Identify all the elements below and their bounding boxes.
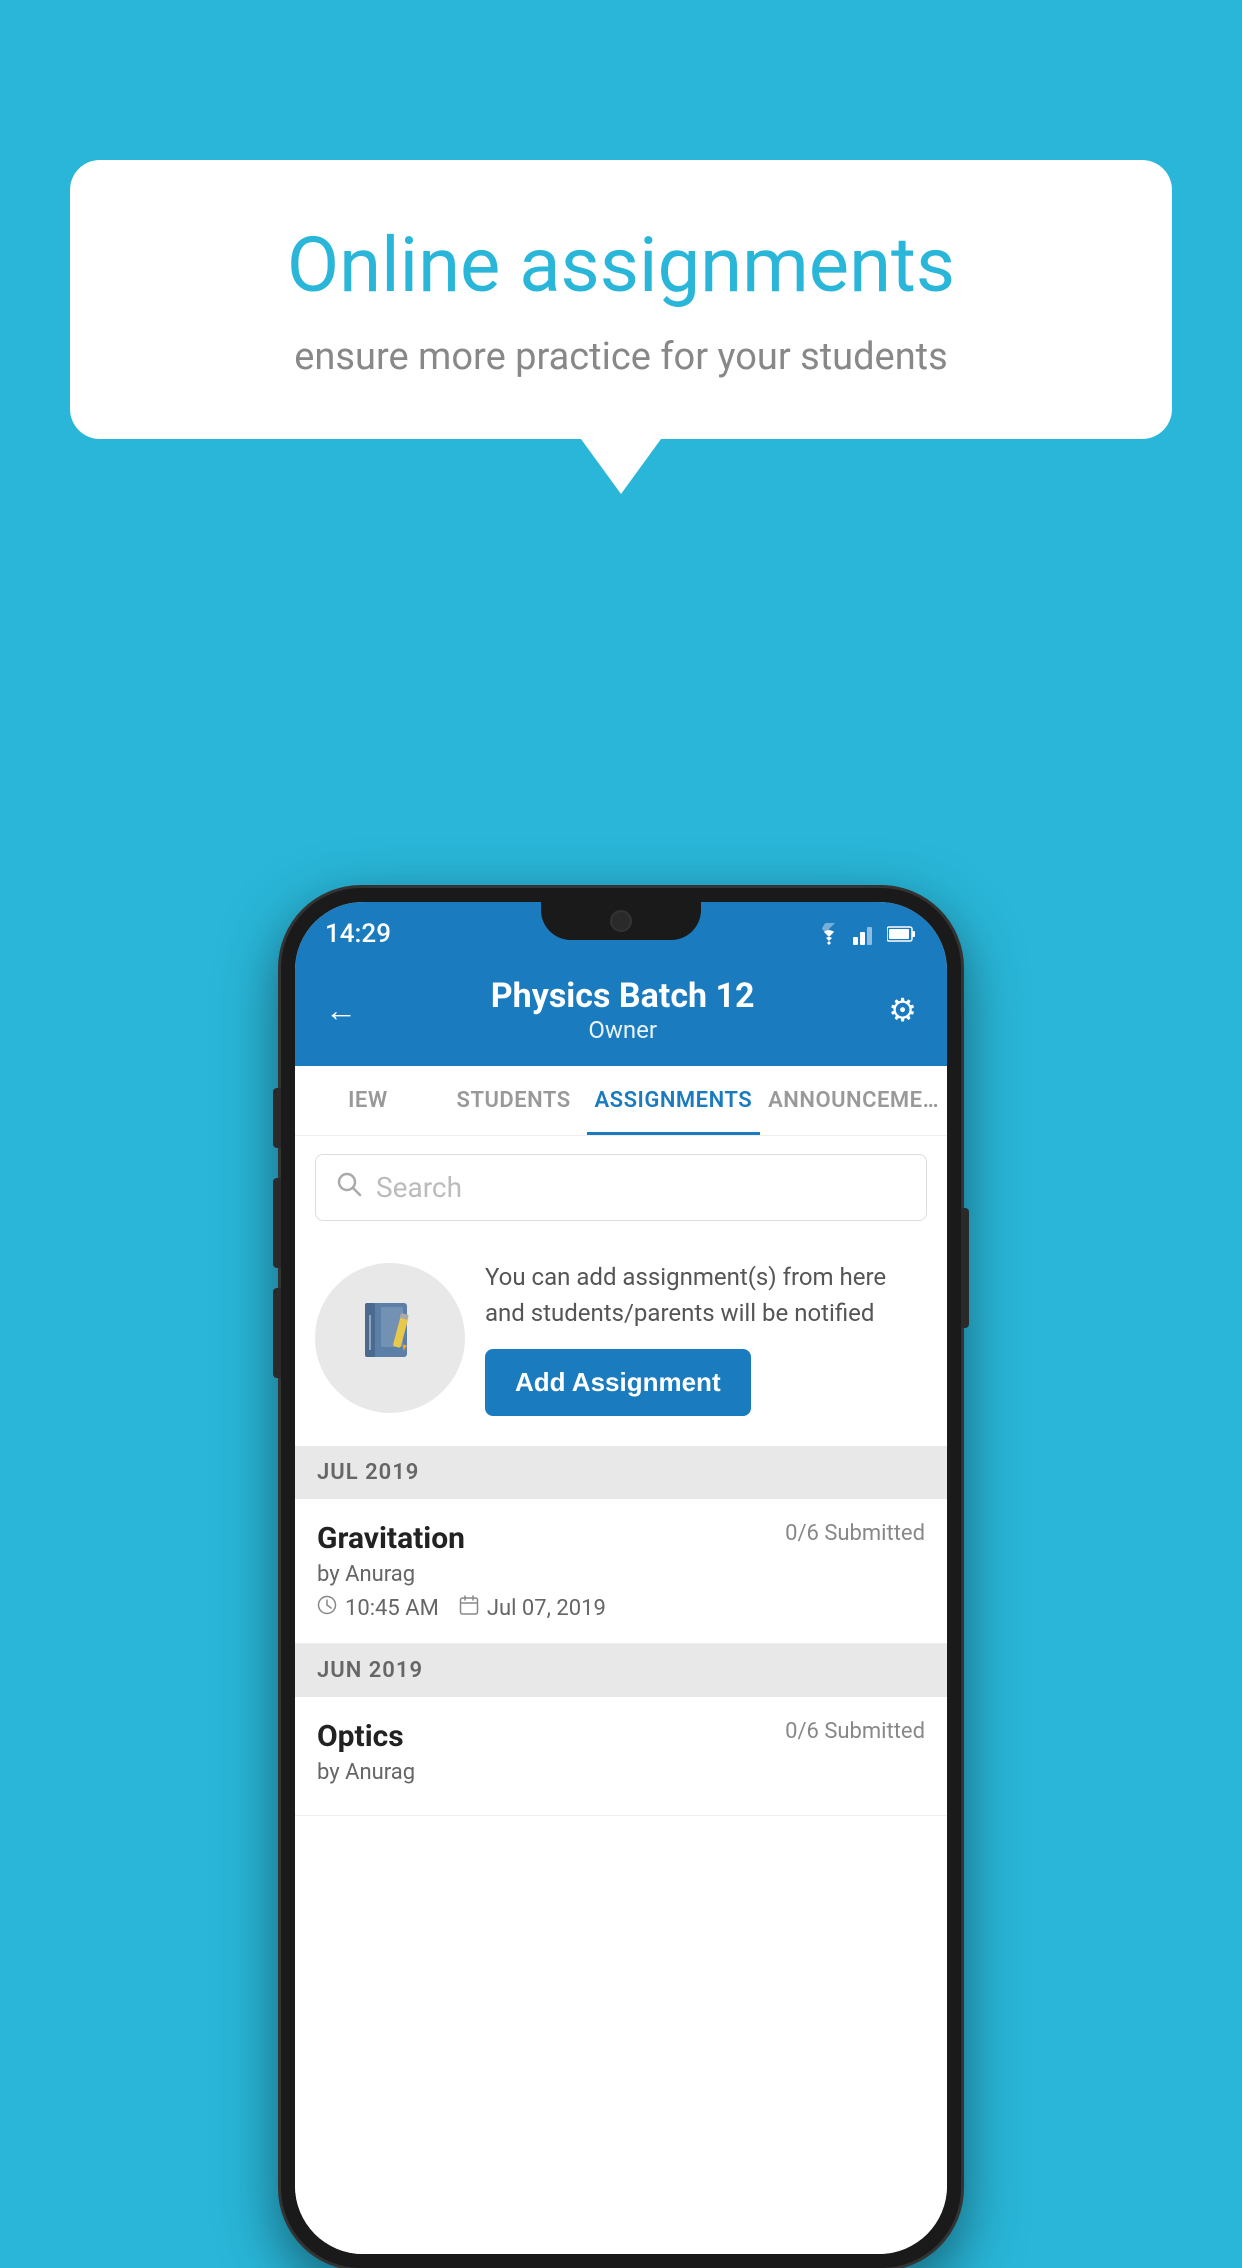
meta-time: 10:45 AM — [317, 1595, 439, 1621]
assignment-row-top-optics: Optics 0/6 Submitted — [317, 1719, 925, 1754]
phone-screen: 14:29 — [295, 902, 947, 2254]
meta-date: Jul 07, 2019 — [459, 1595, 606, 1621]
promo-text: You can add assignment(s) from here and … — [485, 1259, 927, 1331]
side-btn-power — [961, 1208, 969, 1328]
search-placeholder: Search — [376, 1171, 462, 1204]
assignment-row-top: Gravitation 0/6 Submitted — [317, 1521, 925, 1556]
app-header: ← Physics Batch 12 Owner ⚙ — [295, 958, 947, 1066]
battery-icon — [887, 925, 917, 943]
speech-bubble-title: Online assignments — [140, 220, 1102, 311]
section-jul-label: JUL 2019 — [317, 1460, 419, 1485]
section-jun-label: JUN 2019 — [317, 1658, 423, 1683]
wifi-icon — [815, 923, 843, 945]
tab-assignments[interactable]: ASSIGNMENTS — [587, 1066, 761, 1135]
assignment-optics[interactable]: Optics 0/6 Submitted by Anurag — [295, 1697, 947, 1816]
promo-icon-circle — [315, 1263, 465, 1413]
phone-notch — [541, 902, 701, 940]
search-icon — [336, 1171, 362, 1204]
content-area: Search — [295, 1136, 947, 2254]
section-jul-2019: JUL 2019 — [295, 1446, 947, 1499]
clock-icon — [317, 1595, 337, 1621]
tab-announcements[interactable]: ANNOUNCEME… — [760, 1066, 947, 1135]
back-button[interactable]: ← — [325, 991, 357, 1029]
calendar-icon — [459, 1595, 479, 1621]
assignment-name-gravitation: Gravitation — [317, 1521, 465, 1556]
phone-frame: 14:29 — [281, 888, 961, 2268]
promo-content: You can add assignment(s) from here and … — [485, 1259, 927, 1416]
assignment-by-optics: by Anurag — [317, 1760, 925, 1785]
speech-bubble-arrow — [581, 439, 661, 494]
status-time: 14:29 — [325, 919, 391, 949]
search-bar[interactable]: Search — [315, 1154, 927, 1221]
speech-bubble-container: Online assignments ensure more practice … — [70, 160, 1172, 494]
assignment-date: Jul 07, 2019 — [487, 1596, 606, 1621]
assignment-gravitation[interactable]: Gravitation 0/6 Submitted by Anurag — [295, 1499, 947, 1644]
settings-icon[interactable]: ⚙ — [888, 991, 917, 1029]
notebook-icon — [355, 1295, 425, 1381]
signal-icon — [853, 923, 877, 945]
tabs-bar: IEW STUDENTS ASSIGNMENTS ANNOUNCEME… — [295, 1066, 947, 1136]
status-icons — [815, 923, 917, 945]
tab-iew[interactable]: IEW — [295, 1066, 441, 1135]
add-assignment-promo: You can add assignment(s) from here and … — [295, 1239, 947, 1446]
header-title-block: Physics Batch 12 Owner — [491, 976, 755, 1044]
speech-bubble-subtitle: ensure more practice for your students — [140, 335, 1102, 379]
side-btn-volume-up — [273, 1178, 281, 1268]
assignment-submitted-gravitation: 0/6 Submitted — [785, 1521, 925, 1546]
section-jun-2019: JUN 2019 — [295, 1644, 947, 1697]
add-assignment-button[interactable]: Add Assignment — [485, 1349, 751, 1416]
assignment-submitted-optics: 0/6 Submitted — [785, 1719, 925, 1744]
speech-bubble: Online assignments ensure more practice … — [70, 160, 1172, 439]
batch-title: Physics Batch 12 — [491, 976, 755, 1016]
assignment-meta-gravitation: 10:45 AM Jul 07, 201 — [317, 1595, 925, 1621]
batch-subtitle: Owner — [491, 1016, 755, 1044]
assignment-time: 10:45 AM — [345, 1596, 439, 1621]
side-btn-volume-mute — [273, 1088, 281, 1148]
assignment-by-gravitation: by Anurag — [317, 1562, 925, 1587]
phone-camera — [610, 910, 632, 932]
assignment-name-optics: Optics — [317, 1719, 404, 1754]
side-btn-volume-down — [273, 1288, 281, 1378]
phone-outer: 14:29 — [281, 888, 961, 2268]
tab-students[interactable]: STUDENTS — [441, 1066, 587, 1135]
